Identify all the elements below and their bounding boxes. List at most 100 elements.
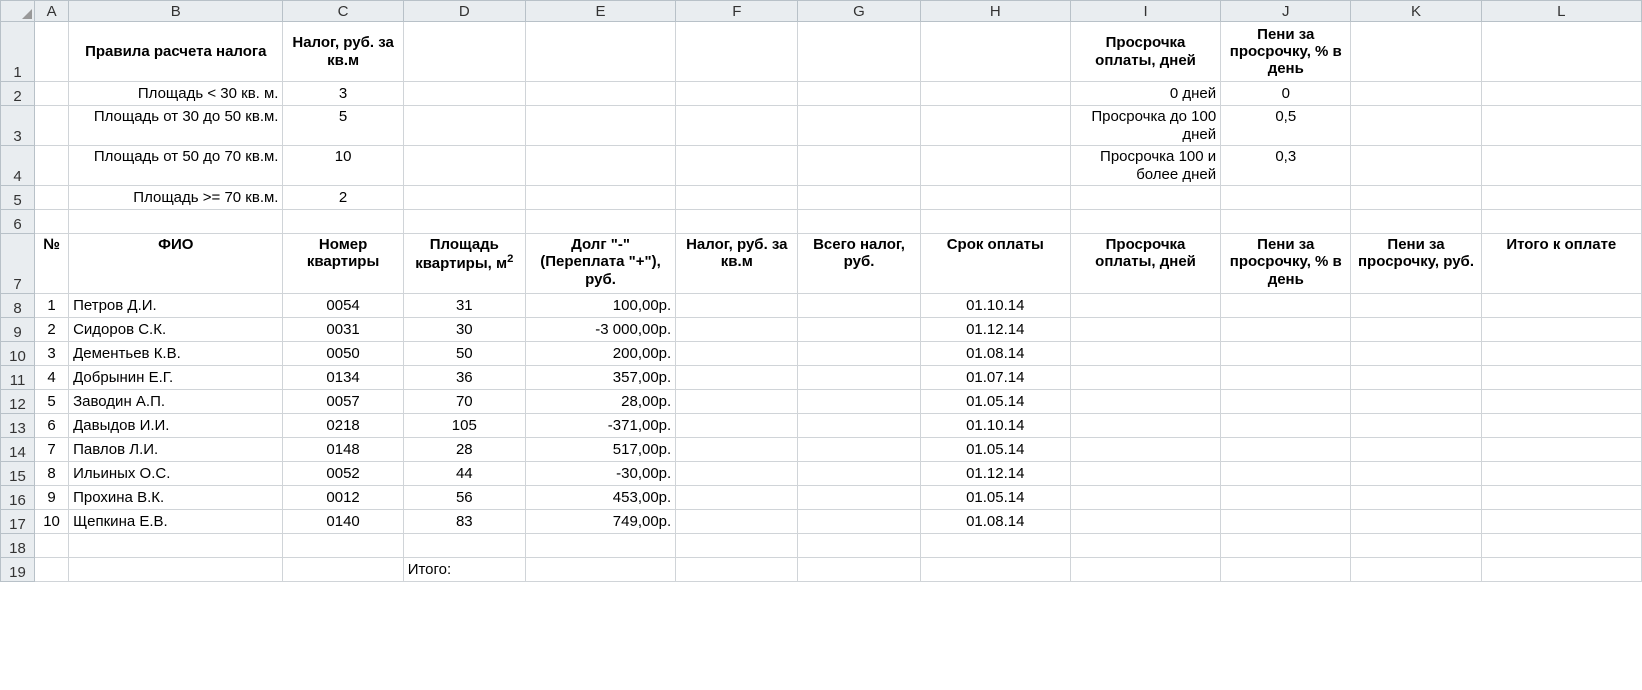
cell[interactable]: [798, 146, 920, 186]
cell[interactable]: [1351, 210, 1481, 234]
cell-tax-total[interactable]: [798, 366, 920, 390]
cell[interactable]: [1221, 186, 1351, 210]
cell[interactable]: [35, 82, 69, 106]
rules-header-title[interactable]: Правила расчета налога: [69, 22, 283, 82]
delay-percent[interactable]: 0: [1221, 82, 1351, 106]
cell-tax-rate[interactable]: [676, 414, 798, 438]
cell-total[interactable]: [1481, 318, 1641, 342]
cell-due[interactable]: 01.12.14: [920, 318, 1070, 342]
cell-apt[interactable]: 0052: [283, 462, 403, 486]
cell-tax-rate[interactable]: [676, 510, 798, 534]
cell-delay[interactable]: [1070, 390, 1220, 414]
cell-penalty-pct[interactable]: [1221, 462, 1351, 486]
cell[interactable]: [1481, 146, 1641, 186]
row-header[interactable]: 12: [1, 390, 35, 414]
cell-fio[interactable]: Давыдов И.И.: [69, 414, 283, 438]
cell[interactable]: [798, 82, 920, 106]
cell[interactable]: [1481, 210, 1641, 234]
cell[interactable]: [283, 210, 403, 234]
cell[interactable]: [403, 82, 525, 106]
cell-due[interactable]: 01.05.14: [920, 486, 1070, 510]
cell[interactable]: [798, 22, 920, 82]
cell-delay[interactable]: [1070, 294, 1220, 318]
cell-apt[interactable]: 0031: [283, 318, 403, 342]
cell[interactable]: [1070, 534, 1220, 558]
rules-header-rate[interactable]: Налог, руб. за кв.м: [283, 22, 403, 82]
row-header[interactable]: 1: [1, 22, 35, 82]
cell-delay[interactable]: [1070, 342, 1220, 366]
row-header[interactable]: 10: [1, 342, 35, 366]
cell-delay[interactable]: [1070, 510, 1220, 534]
cell[interactable]: [69, 558, 283, 582]
delay-desc[interactable]: Просрочка 100 и более дней: [1070, 146, 1220, 186]
cell-delay[interactable]: [1070, 414, 1220, 438]
cell[interactable]: [35, 22, 69, 82]
cell-total[interactable]: [1481, 486, 1641, 510]
col-header[interactable]: D: [403, 1, 525, 22]
cell[interactable]: [920, 534, 1070, 558]
cell-tax-total[interactable]: [798, 294, 920, 318]
cell-debt[interactable]: -30,00р.: [525, 462, 675, 486]
col-header[interactable]: C: [283, 1, 403, 22]
cell-tax-total[interactable]: [798, 486, 920, 510]
cell[interactable]: [1221, 210, 1351, 234]
col-header[interactable]: G: [798, 1, 920, 22]
th-delay[interactable]: Просрочка оплаты, дней: [1070, 234, 1220, 294]
cell[interactable]: [676, 106, 798, 146]
cell-number[interactable]: 10: [35, 510, 69, 534]
cell[interactable]: [525, 534, 675, 558]
cell-total[interactable]: [1481, 462, 1641, 486]
cell-penalty-pct[interactable]: [1221, 342, 1351, 366]
cell-delay[interactable]: [1070, 462, 1220, 486]
cell-total[interactable]: [1481, 366, 1641, 390]
row-header[interactable]: 14: [1, 438, 35, 462]
cell[interactable]: [525, 106, 675, 146]
cell[interactable]: [403, 146, 525, 186]
th-debt[interactable]: Долг "-" (Переплата "+"), руб.: [525, 234, 675, 294]
cell-total[interactable]: [1481, 294, 1641, 318]
cell[interactable]: [1481, 186, 1641, 210]
cell-area[interactable]: 105: [403, 414, 525, 438]
cell-delay[interactable]: [1070, 438, 1220, 462]
th-due[interactable]: Срок оплаты: [920, 234, 1070, 294]
row-header[interactable]: 17: [1, 510, 35, 534]
cell-tax-total[interactable]: [798, 342, 920, 366]
cell[interactable]: [525, 558, 675, 582]
cell-apt[interactable]: 0050: [283, 342, 403, 366]
cell-fio[interactable]: Щепкина Е.В.: [69, 510, 283, 534]
cell-penalty-rub[interactable]: [1351, 510, 1481, 534]
cell-total[interactable]: [1481, 510, 1641, 534]
cell-fio[interactable]: Дементьев К.В.: [69, 342, 283, 366]
delay-header-days[interactable]: Просрочка оплаты, дней: [1070, 22, 1220, 82]
cell[interactable]: [35, 186, 69, 210]
cell-tax-total[interactable]: [798, 510, 920, 534]
cell[interactable]: [676, 186, 798, 210]
th-area[interactable]: Площадь квартиры, м2: [403, 234, 525, 294]
cell-penalty-rub[interactable]: [1351, 366, 1481, 390]
cell[interactable]: [403, 186, 525, 210]
cell-tax-total[interactable]: [798, 390, 920, 414]
cell-number[interactable]: 1: [35, 294, 69, 318]
cell-penalty-rub[interactable]: [1351, 438, 1481, 462]
th-total[interactable]: Итого к оплате: [1481, 234, 1641, 294]
cell[interactable]: [920, 558, 1070, 582]
cell-apt[interactable]: 0054: [283, 294, 403, 318]
cell-penalty-rub[interactable]: [1351, 318, 1481, 342]
row-header[interactable]: 4: [1, 146, 35, 186]
cell-delay[interactable]: [1070, 318, 1220, 342]
cell-number[interactable]: 3: [35, 342, 69, 366]
row-header[interactable]: 19: [1, 558, 35, 582]
cell[interactable]: [920, 106, 1070, 146]
cell[interactable]: [525, 22, 675, 82]
row-header[interactable]: 2: [1, 82, 35, 106]
cell-tax-rate[interactable]: [676, 486, 798, 510]
cell[interactable]: [920, 186, 1070, 210]
cell[interactable]: [283, 534, 403, 558]
cell-number[interactable]: 4: [35, 366, 69, 390]
rule-desc[interactable]: Площадь < 30 кв. м.: [69, 82, 283, 106]
cell-number[interactable]: 8: [35, 462, 69, 486]
cell[interactable]: [525, 82, 675, 106]
rule-rate[interactable]: 10: [283, 146, 403, 186]
cell-area[interactable]: 36: [403, 366, 525, 390]
delay-desc[interactable]: 0 дней: [1070, 82, 1220, 106]
